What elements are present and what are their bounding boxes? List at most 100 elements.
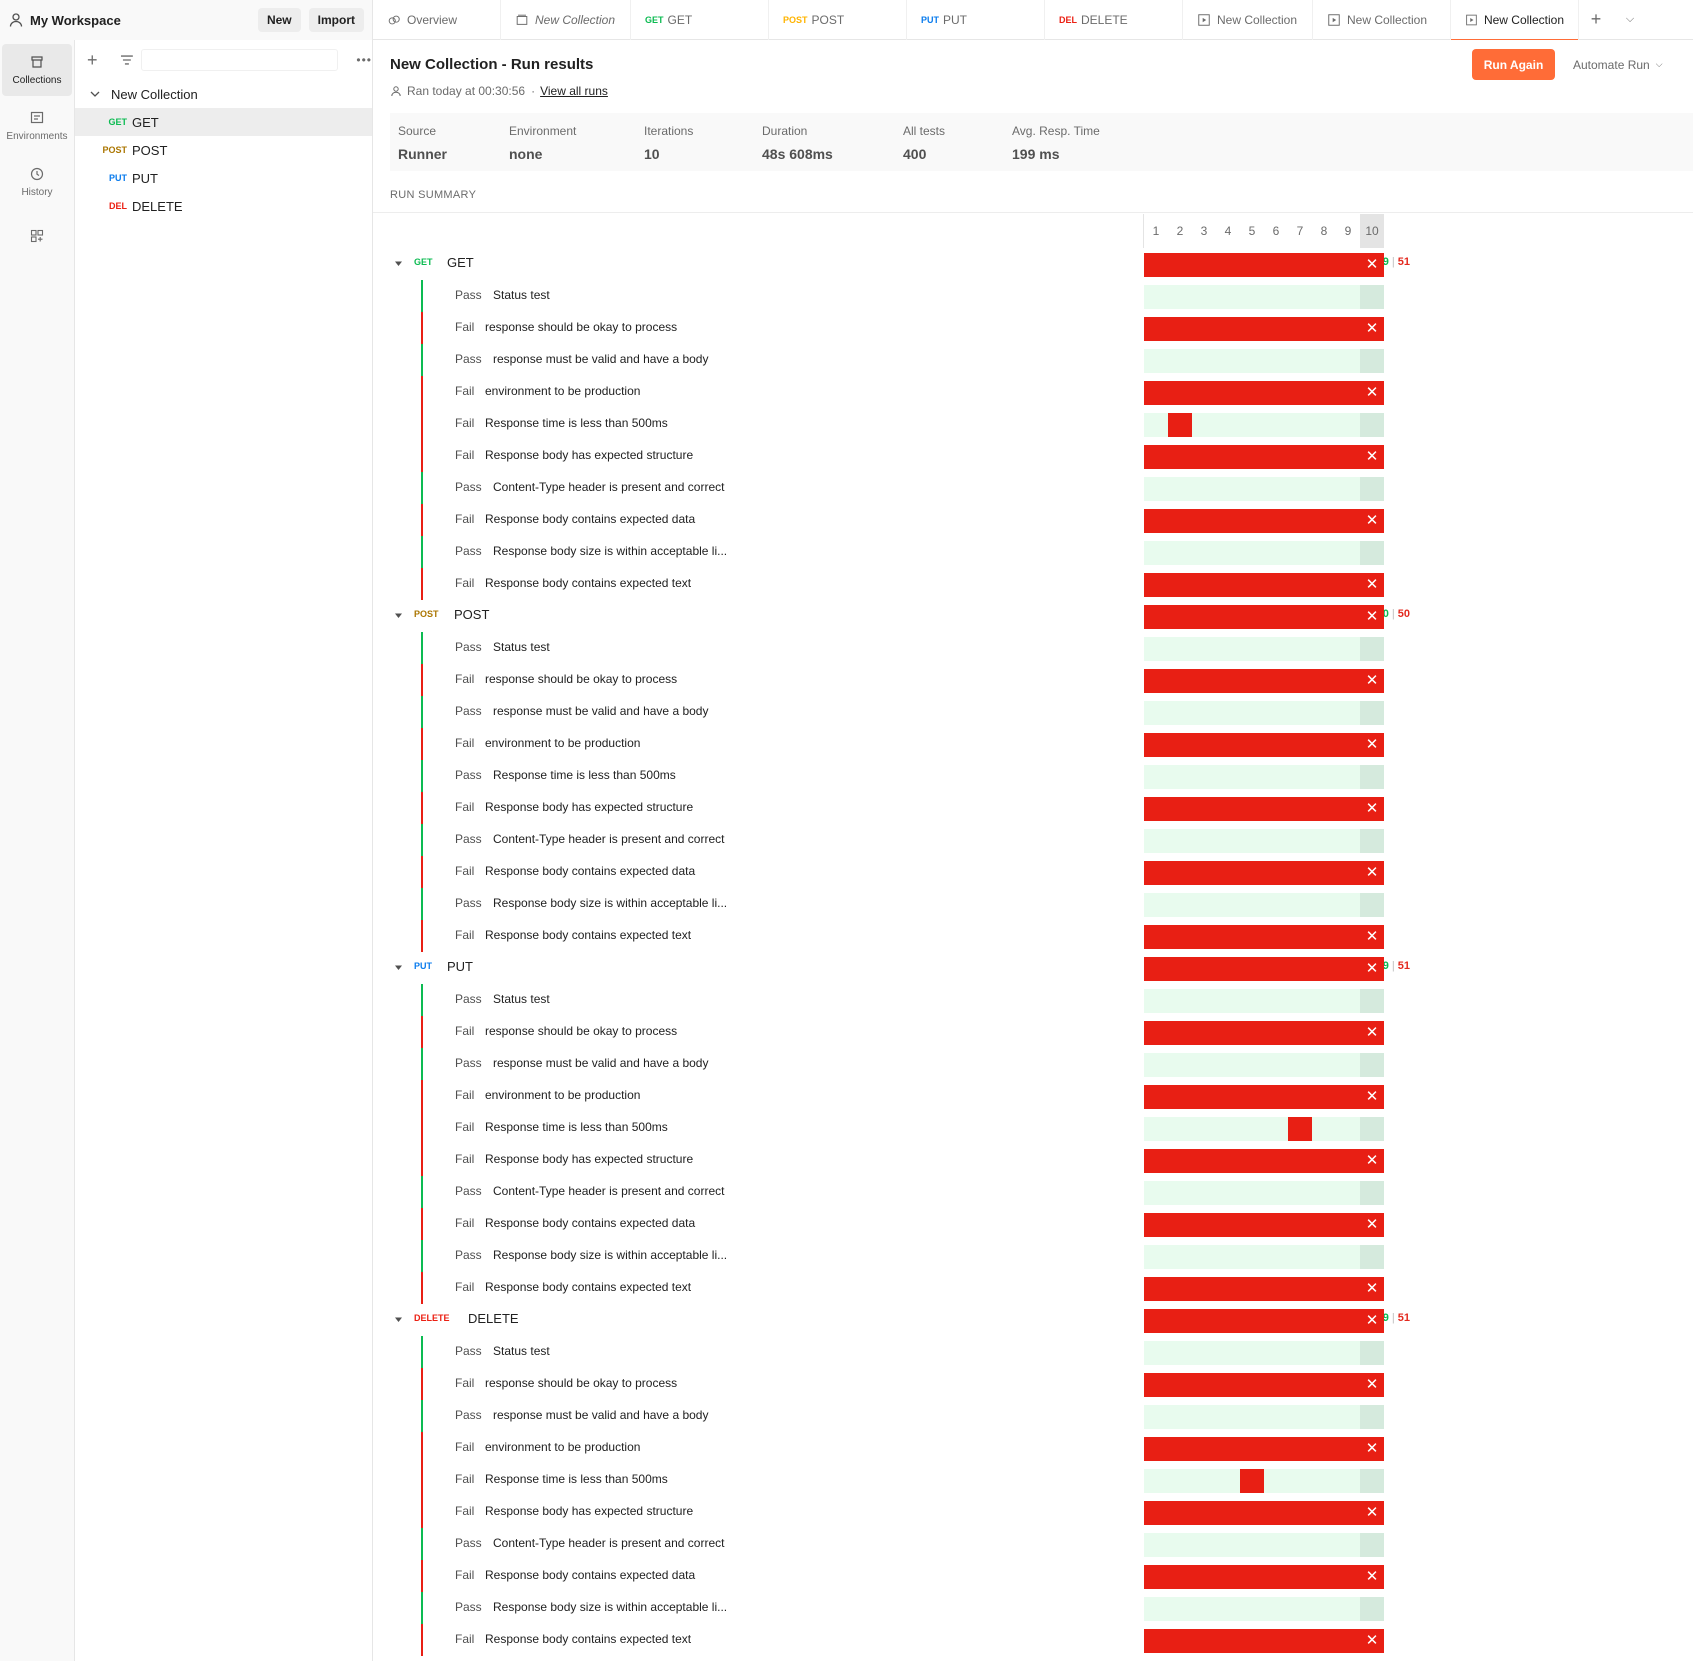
request-row-delete[interactable]: DELETEDELETE49|51✕ [373,1304,1693,1336]
import-button[interactable]: Import [308,8,364,32]
last-iteration-cell [1360,413,1384,437]
chevron-down-icon[interactable] [89,88,101,100]
tab-label: New Collection [535,13,616,27]
rail-item-history[interactable]: History [2,156,72,208]
rail-item-apps[interactable] [2,212,72,264]
workspace-title[interactable]: My Workspace [30,13,258,28]
status-line [421,920,423,952]
iteration-9: 9 [1344,224,1352,238]
last-iteration-cell [1360,1469,1384,1493]
close-icon: ✕ [1365,736,1379,753]
last-iteration-cell [1360,541,1384,565]
test-row: Fail Response body has expected structure… [373,1144,1693,1176]
collection-item[interactable]: New Collection [75,80,372,108]
rail-item-collections[interactable]: Collections [2,44,72,96]
test-status: Fail [455,736,475,750]
view-all-runs-link[interactable]: View all runs [540,84,608,98]
test-result-bar [1144,477,1384,501]
test-row: Fail Response body has expected structure… [373,1496,1693,1528]
test-row: Fail Response time is less than 500ms [373,1464,1693,1496]
test-result-bar [1144,1469,1384,1493]
test-status: Pass [455,288,482,302]
test-row: Pass Status test [373,1336,1693,1368]
last-iteration-cell [1360,285,1384,309]
tab-1[interactable]: Overview [373,0,501,40]
last-iteration-cell [1360,1181,1384,1205]
sidebar-item-put[interactable]: PUT PUT [75,164,372,192]
last-iteration-cell [1360,1341,1384,1365]
tab-9[interactable]: New Collection [1451,0,1579,41]
caret-down-icon[interactable] [394,259,403,268]
new-tab-icon[interactable]: + [1579,0,1613,39]
status-line [421,408,423,440]
add-icon[interactable]: + [87,50,105,71]
tab-label: New Collection [1483,13,1564,27]
test-status: Fail [455,1152,475,1166]
sidebar-item-get[interactable]: GET GET [75,108,372,136]
run-again-button[interactable]: Run Again [1472,49,1555,80]
test-status: Pass [455,352,482,366]
test-status: Pass [455,704,482,718]
count-separator: | [1391,960,1395,972]
close-icon: ✕ [1365,1280,1379,1297]
more-options-icon[interactable]: ••• [356,53,372,67]
test-result-bar [1144,541,1384,565]
sidebar-item-delete[interactable]: DEL DELETE [75,192,372,220]
status-line [421,1464,423,1496]
close-icon: ✕ [1365,800,1379,817]
last-iteration-cell [1360,637,1384,661]
tab-8[interactable]: New Collection [1313,0,1451,40]
test-status: Fail [455,1024,475,1038]
request-row-post[interactable]: POSTPOST50|50✕ [373,600,1693,632]
test-name: response must be valid and have a body [493,704,709,718]
status-line [421,344,423,376]
sidebar-item-post[interactable]: POST POST [75,136,372,164]
status-line [421,312,423,344]
tab-label: PUT [943,13,967,27]
test-status: Pass [455,1600,482,1614]
test-row: Pass Response time is less than 500ms [373,760,1693,792]
status-line [421,728,423,760]
tab-7[interactable]: New Collection [1183,0,1313,40]
request-row-get[interactable]: GETGET49|51✕ [373,248,1693,280]
environments-icon [30,111,44,124]
request-row-put[interactable]: PUTPUT49|51✕ [373,952,1693,984]
runner-icon [1198,14,1210,26]
status-line [421,536,423,568]
test-status: Fail [455,864,475,878]
caret-down-icon[interactable] [394,963,403,972]
count-separator: | [1391,608,1395,620]
status-line [421,1016,423,1048]
rail-item-label: Collections [12,75,62,86]
tab-3[interactable]: GET GET [631,0,769,40]
test-name: Content-Type header is present and corre… [493,480,725,494]
caret-down-icon[interactable] [394,1315,403,1324]
rail-item-environments[interactable]: Environments [2,100,72,152]
last-iteration-cell [1360,989,1384,1013]
test-name: Response body size is within acceptable … [493,1600,728,1614]
test-result-bar: ✕ [1144,509,1384,533]
new-button[interactable]: New [257,8,301,32]
iteration-6: 6 [1272,224,1280,238]
tab-2[interactable]: New Collection [501,0,631,40]
test-name: Response time is less than 500ms [485,416,668,430]
test-name: Response body contains expected text [485,576,692,590]
tab-label: New Collection [1347,13,1428,27]
tab-5[interactable]: PUT PUT [907,0,1045,40]
test-status: Pass [455,1408,482,1422]
search-input[interactable] [140,49,339,71]
test-row: Pass Response body size is within accepta… [373,1592,1693,1624]
test-name: Status test [493,288,550,302]
tab-6[interactable]: DEL DELETE [1045,0,1183,40]
filter-icon[interactable] [119,52,135,68]
test-status: Fail [455,384,475,398]
status-line [421,1272,423,1304]
tab-4[interactable]: POST POST [769,0,907,40]
test-name: Response body contains expected text [485,928,692,942]
status-line [421,664,423,696]
request-result-bar: ✕ [1144,605,1384,629]
caret-down-icon[interactable] [394,611,403,620]
test-result-bar: ✕ [1144,573,1384,597]
automate-run-dropdown[interactable]: Automate Run ⌵ [1573,49,1663,80]
chevron-down-icon[interactable]: ⌵ [1613,0,1647,39]
